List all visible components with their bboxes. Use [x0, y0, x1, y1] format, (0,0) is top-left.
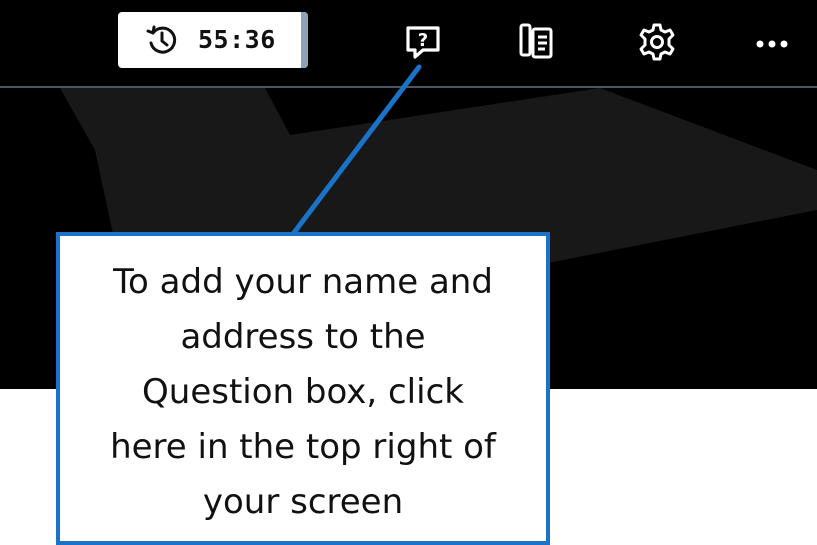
- callout-text: To add your name and address to the Ques…: [60, 255, 546, 530]
- callout-line-5: your screen: [202, 482, 404, 522]
- callout-box: To add your name and address to the Ques…: [56, 232, 550, 545]
- callout-line-1: To add your name and: [113, 262, 493, 302]
- callout-line-2: address to the: [180, 317, 426, 357]
- callout-line-4: here in the top right of: [110, 427, 496, 467]
- callout-line-3: Question box, click: [142, 372, 464, 412]
- screenshot-stage: 55:36 ? To add your name and address to …: [0, 0, 817, 545]
